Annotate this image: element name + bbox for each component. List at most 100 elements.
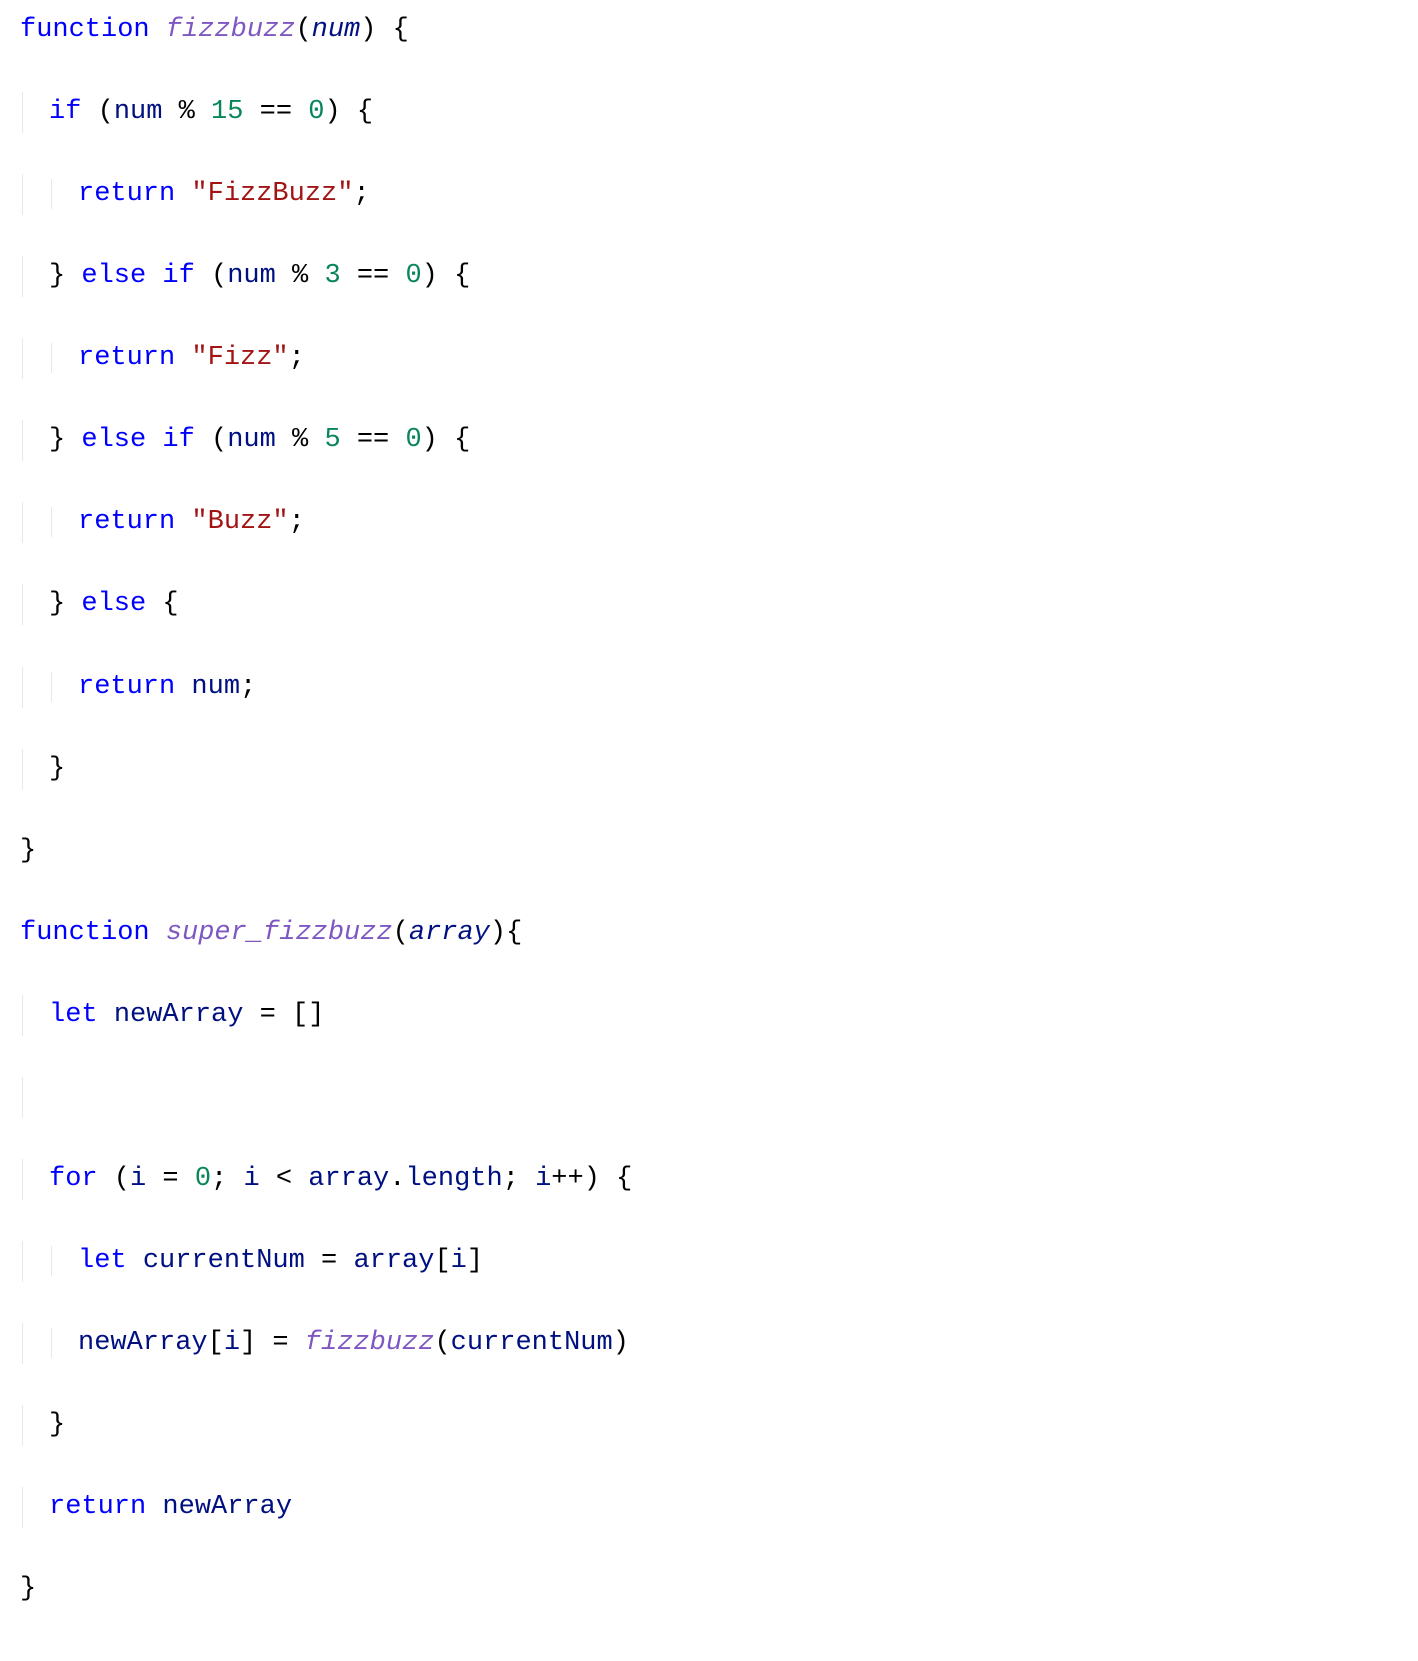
code-line[interactable]: let currentNum = array[i] — [22, 1241, 1398, 1282]
keyword-if: if — [162, 425, 194, 455]
code-line[interactable]: } — [20, 1569, 1398, 1610]
brace-close: } — [49, 589, 65, 619]
code-line[interactable]: return "Fizz"; — [22, 338, 1398, 379]
space — [146, 261, 162, 291]
variable: i — [451, 1246, 467, 1276]
code-line[interactable]: function fizzbuzz(num) { — [20, 10, 1398, 51]
code-line[interactable]: for (i = 0; i < array.length; i++) { — [22, 1159, 1398, 1200]
code-line[interactable]: } — [22, 749, 1398, 790]
operator: % — [276, 261, 325, 291]
operator: % — [276, 425, 325, 455]
bracket-open: [ — [434, 1246, 450, 1276]
code-line[interactable]: } — [20, 831, 1398, 872]
space — [175, 343, 191, 373]
code-line[interactable]: } else { — [22, 584, 1398, 625]
keyword-let: let — [49, 1000, 98, 1030]
code-line[interactable]: function super_fizzbuzz(array){ — [20, 913, 1398, 954]
param: num — [312, 15, 361, 45]
variable: i — [224, 1328, 240, 1358]
code-line[interactable]: return newArray — [22, 1487, 1398, 1528]
semicolon: ; — [353, 179, 369, 209]
keyword-else: else — [81, 589, 146, 619]
code-line[interactable] — [22, 1077, 1398, 1118]
variable: newArray — [162, 1492, 292, 1522]
space — [175, 672, 191, 702]
operator: = — [243, 1000, 292, 1030]
variable: num — [114, 97, 163, 127]
operator: ++ — [551, 1164, 583, 1194]
number: 3 — [324, 261, 340, 291]
operator: = — [256, 1328, 305, 1358]
bracket-close: ] — [467, 1246, 483, 1276]
paren-brace: ) { — [324, 97, 373, 127]
brace-close: } — [49, 261, 65, 291]
function-call: fizzbuzz — [305, 1328, 435, 1358]
variable: i — [243, 1164, 259, 1194]
paren-open: ( — [195, 425, 227, 455]
brace-close: } — [49, 1410, 65, 1440]
keyword-return: return — [49, 1492, 146, 1522]
keyword-let: let — [78, 1246, 127, 1276]
brace-open: { — [506, 918, 522, 948]
keyword-return: return — [78, 507, 175, 537]
space — [146, 425, 162, 455]
operator: == — [341, 425, 406, 455]
keyword-return: return — [78, 672, 175, 702]
variable: newArray — [78, 1328, 208, 1358]
semicolon: ; — [289, 343, 305, 373]
keyword-return: return — [78, 343, 175, 373]
function-name: fizzbuzz — [166, 15, 296, 45]
argument: currentNum — [451, 1328, 613, 1358]
operator: == — [243, 97, 308, 127]
paren-close: ) — [613, 1328, 629, 1358]
space — [65, 425, 81, 455]
number: 0 — [308, 97, 324, 127]
code-editor[interactable]: function fizzbuzz(num) { if (num % 15 ==… — [0, 0, 1418, 1661]
space — [127, 1246, 143, 1276]
string-literal: "Buzz" — [191, 507, 288, 537]
operator: == — [341, 261, 406, 291]
brace-close: } — [49, 754, 65, 784]
paren-open: ( — [195, 261, 227, 291]
variable: num — [191, 672, 240, 702]
operator: = — [305, 1246, 354, 1276]
code-line[interactable]: return num; — [22, 667, 1398, 708]
number: 0 — [195, 1164, 211, 1194]
semicolon: ; — [289, 507, 305, 537]
variable: i — [130, 1164, 146, 1194]
operator: % — [162, 97, 211, 127]
code-line[interactable]: newArray[i] = fizzbuzz(currentNum) — [22, 1323, 1398, 1364]
paren-open: ( — [295, 15, 311, 45]
paren-close: ) — [490, 918, 506, 948]
paren-brace: ) { — [422, 261, 471, 291]
paren-open: ( — [434, 1328, 450, 1358]
variable: currentNum — [143, 1246, 305, 1276]
variable: num — [227, 425, 276, 455]
string-literal: "FizzBuzz" — [191, 179, 353, 209]
paren-close: ) — [360, 15, 376, 45]
function-name: super_fizzbuzz — [166, 918, 393, 948]
space — [98, 1000, 114, 1030]
code-line[interactable]: } else if (num % 3 == 0) { — [22, 256, 1398, 297]
space — [146, 1492, 162, 1522]
number: 5 — [324, 425, 340, 455]
code-line[interactable]: let newArray = [] — [22, 995, 1398, 1036]
code-line[interactable]: } — [22, 1405, 1398, 1446]
property: length — [405, 1164, 502, 1194]
paren-open: ( — [81, 97, 113, 127]
keyword-if: if — [49, 97, 81, 127]
variable: array — [353, 1246, 434, 1276]
keyword-else: else — [81, 261, 146, 291]
param: array — [409, 918, 490, 948]
keyword-if: if — [162, 261, 194, 291]
code-line[interactable]: return "Buzz"; — [22, 502, 1398, 543]
space — [175, 179, 191, 209]
variable: num — [227, 261, 276, 291]
code-line[interactable]: if (num % 15 == 0) { — [22, 92, 1398, 133]
string-literal: "Fizz" — [191, 343, 288, 373]
space — [65, 589, 81, 619]
dot: . — [389, 1164, 405, 1194]
space — [65, 261, 81, 291]
code-line[interactable]: } else if (num % 5 == 0) { — [22, 420, 1398, 461]
code-line[interactable]: return "FizzBuzz"; — [22, 174, 1398, 215]
